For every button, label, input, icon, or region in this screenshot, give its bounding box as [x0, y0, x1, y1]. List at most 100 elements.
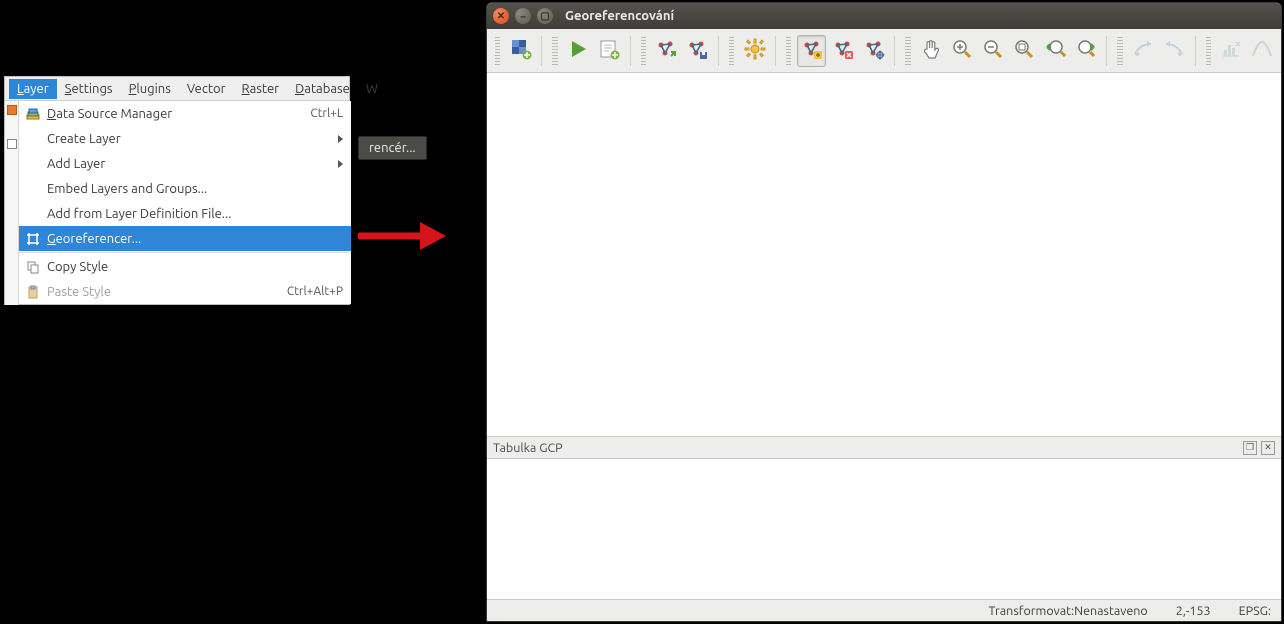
toolbar-separator [1106, 36, 1107, 66]
gcp-load-icon [655, 38, 677, 63]
zoom-next-icon [1075, 38, 1097, 63]
submenu-arrow-icon [338, 135, 343, 143]
zoom-last-icon [1044, 38, 1066, 63]
hand-icon [920, 38, 942, 63]
copy-icon [25, 260, 41, 274]
toolbar-grip [729, 37, 734, 65]
menubar-item-layer[interactable]: Layer [9, 79, 57, 99]
menu-item-label: Add from Layer Definition File... [47, 207, 343, 221]
titlebar: ✕ – ▢ Georeferencování [487, 3, 1281, 29]
statusbar: Transformovat:Nenastaveno 2,-153 EPSG: [487, 599, 1281, 621]
menu-shortcut: Ctrl+L [310, 107, 343, 120]
menu-item-embed-layers-and-groups[interactable]: Embed Layers and Groups... [19, 176, 351, 201]
menubar-item-settings[interactable]: Settings [57, 79, 121, 99]
add-point-button[interactable] [797, 35, 826, 67]
menubar-item-database[interactable]: Database [287, 79, 358, 99]
zoom-out-button[interactable] [979, 35, 1008, 67]
hist2-icon [1251, 38, 1273, 63]
submenu-fragment: rencér... [358, 136, 427, 160]
gcp-panel-header: Tabulka GCP ❐ ✕ [487, 437, 1281, 459]
gcp-save-icon [686, 38, 708, 63]
menubar-item-plugins[interactable]: Plugins [121, 79, 179, 99]
zoom-in-icon [951, 38, 973, 63]
gcp-panel-title: Tabulka GCP [493, 441, 563, 455]
layer-swatch-icon [7, 105, 17, 115]
zoom-last-button[interactable] [1040, 35, 1069, 67]
link-qgis-button [1160, 35, 1189, 67]
toolbar-grip [905, 37, 910, 65]
menu-item-copy-style[interactable]: Copy Style [19, 254, 351, 279]
menubar: LayerSettingsPluginsVectorRasterDatabase… [5, 77, 349, 101]
full-histogram-button [1217, 35, 1246, 67]
maximize-icon[interactable]: ▢ [537, 8, 553, 24]
gcp-table[interactable] [487, 459, 1281, 599]
menu-shortcut: Ctrl+Alt+P [287, 285, 343, 298]
epsg-status: EPSG: [1239, 604, 1271, 618]
raster-plus-icon [510, 38, 532, 63]
browser-strip [5, 101, 19, 305]
menu-item-paste-style: Paste Style Ctrl+Alt+P [19, 279, 351, 304]
transform-settings-button[interactable] [740, 35, 769, 67]
layer-dropdown: Data Source Manager Ctrl+L Create Layer Add… [19, 101, 351, 304]
toolbar-separator [894, 36, 895, 66]
point-move-icon [863, 38, 885, 63]
point-del-icon [832, 38, 854, 63]
paste-icon [25, 285, 41, 299]
toolbar-grip [1206, 37, 1211, 65]
window-title: Georeferencování [565, 9, 674, 23]
menubar-item-raster[interactable]: Raster [234, 79, 288, 99]
toolbar-separator [541, 36, 542, 66]
toolbar-separator [775, 36, 776, 66]
link-georef-button [1129, 35, 1158, 67]
delete-point-button[interactable] [828, 35, 857, 67]
menu-separator [19, 252, 351, 253]
point-add-icon [801, 38, 823, 63]
undock-icon[interactable]: ❐ [1243, 441, 1257, 455]
menu-item-label: Paste Style [47, 285, 281, 299]
layer-swatch-icon [7, 139, 17, 149]
toolbar-grip [495, 37, 500, 65]
transform-status: Transformovat:Nenastaveno [989, 604, 1148, 618]
close-panel-icon[interactable]: ✕ [1261, 441, 1275, 455]
open-raster-button[interactable] [506, 35, 535, 67]
menubar-item-w[interactable]: W [358, 79, 386, 99]
map-canvas[interactable] [487, 73, 1281, 437]
toolbar-separator [630, 36, 631, 66]
play-icon [567, 38, 589, 63]
zoom-next-button[interactable] [1071, 35, 1100, 67]
generate-script-button[interactable] [595, 35, 624, 67]
zoom-in-button[interactable] [948, 35, 977, 67]
move-point-button[interactable] [859, 35, 888, 67]
start-button[interactable] [564, 35, 593, 67]
qgis-layer-menu: LayerSettingsPluginsVectorRasterDatabase… [4, 76, 350, 305]
toolbar-grip [1117, 37, 1122, 65]
menu-item-label: Data Source Manager [47, 107, 304, 121]
menu-item-label: Copy Style [47, 260, 343, 274]
save-gcp-button[interactable] [683, 35, 712, 67]
toolbar-grip [641, 37, 646, 65]
zoom-layer-button[interactable] [1010, 35, 1039, 67]
gear-icon [744, 38, 766, 63]
menu-item-add-layer[interactable]: Add Layer [19, 151, 351, 176]
menu-item-create-layer[interactable]: Create Layer [19, 126, 351, 151]
menu-item-label: Add Layer [47, 157, 332, 171]
minimize-icon[interactable]: – [515, 8, 531, 24]
load-gcp-button[interactable] [652, 35, 681, 67]
close-icon[interactable]: ✕ [493, 8, 509, 24]
menu-item-label: Georeferencer... [47, 232, 343, 246]
toolbar-separator [718, 36, 719, 66]
grid-icon [25, 232, 41, 246]
menu-item-data-source-manager[interactable]: Data Source Manager Ctrl+L [19, 101, 351, 126]
menubar-item-vector[interactable]: Vector [179, 79, 234, 99]
menu-item-georeferencer[interactable]: Georeferencer... [19, 226, 351, 251]
script-icon [598, 38, 620, 63]
toolbar-separator [1195, 36, 1196, 66]
pan-button[interactable] [917, 35, 946, 67]
toolbar [487, 29, 1281, 73]
link1-icon [1132, 38, 1154, 63]
menu-item-add-from-layer-definition-file[interactable]: Add from Layer Definition File... [19, 201, 351, 226]
hist1-icon [1220, 38, 1242, 63]
submenu-arrow-icon [338, 160, 343, 168]
georeferencer-window: ✕ – ▢ Georeferencování Tabulka GCP ❐ ✕ T… [486, 2, 1282, 622]
zoom-out-icon [982, 38, 1004, 63]
